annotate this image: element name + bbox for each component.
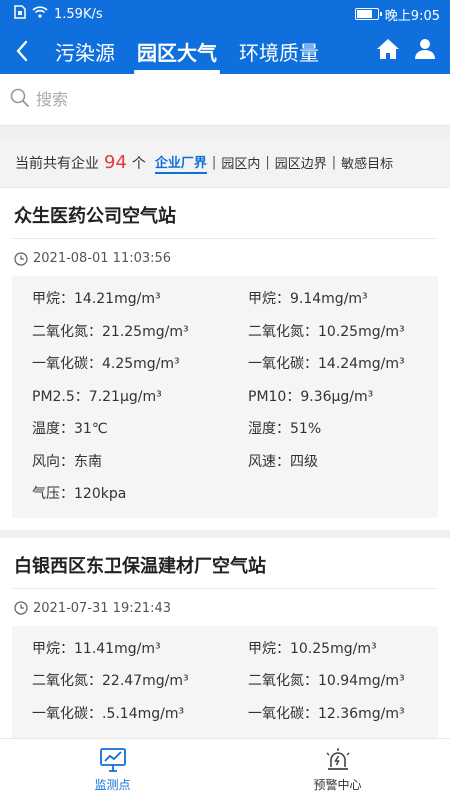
filter-inside-park[interactable]: 园区内 (221, 153, 260, 172)
station-list: 众生医药公司空气站 2021-08-01 11:03:56 甲烷：14.21mg… (0, 188, 450, 740)
tab-pollution-source[interactable]: 污染源 (44, 28, 126, 74)
station-time-row: 2021-07-31 19:21:43 (12, 589, 438, 626)
station-name: 众生医药公司空气站 (12, 188, 438, 239)
reading: 二氧化氮：22.47mg/m³ (32, 673, 189, 690)
station-time: 2021-08-01 11:03:56 (33, 251, 172, 266)
station-card[interactable]: 众生医药公司空气站 2021-08-01 11:03:56 甲烷：14.21mg… (0, 188, 450, 538)
tab-bar: 污染源 园区大气 环境质量 (44, 28, 330, 74)
reading: 甲烷：14.21mg/m³ (32, 291, 161, 308)
reading: 二氧化氮：10.25mg/m³ (248, 323, 405, 340)
separator: | (331, 155, 337, 170)
summary-filter-bar: 当前共有企业 94 个 企业厂界 | 园区内 | 园区边界 | 敏感目标 (0, 138, 450, 188)
reading: 一氧化碳：12.36mg/m³ (248, 705, 405, 722)
reading: 二氧化氮：10.94mg/m³ (248, 673, 405, 690)
clock: 晚上9:05 (384, 8, 440, 24)
station-name: 白银西区东卫保温建材厂空气站 (12, 538, 438, 589)
tab-environment-quality[interactable]: 环境质量 (228, 28, 330, 74)
reading-grid: 甲烷：14.21mg/m³ 甲烷：9.14mg/m³ 二氧化氮：21.25mg/… (12, 276, 438, 518)
reading: 风速：四级 (248, 453, 318, 470)
tab-park-air[interactable]: 园区大气 (126, 28, 228, 74)
top-bar: 1.59K/s 晚上9:05 污染源 园区大气 环境质量 (0, 0, 450, 74)
nav-label: 监测点 (94, 777, 131, 792)
search-bar (0, 74, 450, 126)
summary-prefix: 当前共有企业 (15, 155, 99, 172)
nav-monitoring-points[interactable]: 监测点 (0, 739, 225, 800)
chevron-left-icon (16, 40, 28, 62)
filter-tabs: 企业厂界 | 园区内 | 园区边界 | 敏感目标 (154, 152, 393, 174)
station-card[interactable]: 白银西区东卫保温建材厂空气站 2021-07-31 19:21:43 甲烷：11… (0, 538, 450, 740)
filter-sensitive-target[interactable]: 敏感目标 (341, 153, 393, 172)
separator: | (265, 155, 270, 170)
reading: 一氧化碳：14.24mg/m³ (248, 356, 405, 373)
search-input[interactable] (36, 90, 416, 109)
clock-icon (14, 601, 28, 615)
reading: 一氧化碳：4.25mg/m³ (32, 356, 180, 373)
reading: 甲烷：9.14mg/m³ (248, 291, 368, 308)
reading: 湿度：51% (248, 421, 322, 438)
divider (0, 126, 450, 138)
clock-icon (14, 251, 28, 266)
alarm-icon (325, 747, 350, 770)
summary-suffix: 个 (131, 155, 146, 172)
user-icon[interactable] (414, 38, 436, 64)
enterprise-count: 94 (104, 152, 127, 173)
bottom-nav: 监测点 预警中心 (0, 738, 450, 800)
network-speed: 1.59K/s (54, 6, 103, 22)
home-icon[interactable] (376, 38, 400, 64)
sim-icon (14, 5, 26, 23)
station-time: 2021-07-31 19:21:43 (33, 600, 172, 616)
header-nav: 污染源 园区大气 环境质量 (0, 28, 450, 74)
reading: 温度：31℃ (32, 421, 108, 438)
reading (248, 477, 432, 510)
reading: PM2.5：7.21μg/m³ (32, 388, 162, 405)
filter-park-boundary[interactable]: 园区边界 (275, 153, 327, 172)
separator: | (211, 155, 217, 170)
nav-label: 预警中心 (313, 777, 362, 792)
reading: 甲烷：11.41mg/m³ (32, 640, 161, 657)
reading: 甲烷：10.25mg/m³ (248, 640, 377, 657)
status-bar: 1.59K/s 晚上9:05 (0, 0, 450, 28)
wifi-icon (32, 6, 48, 22)
battery-icon (354, 8, 382, 20)
nav-alarm-center[interactable]: 预警中心 (225, 739, 450, 800)
search-icon (10, 88, 30, 112)
reading: 二氧化氮：21.25mg/m³ (32, 323, 189, 340)
back-button[interactable] (0, 28, 44, 74)
reading: 一氧化碳：.5.14mg/m³ (32, 705, 185, 722)
reading: PM10：9.36μg/m³ (248, 388, 374, 405)
monitor-icon (99, 747, 126, 772)
reading: 气压：120kpa (32, 486, 127, 503)
reading-grid: 甲烷：11.41mg/m³ 甲烷：10.25mg/m³ 二氧化氮：22.47mg… (12, 625, 438, 740)
station-time-row: 2021-08-01 11:03:56 (12, 239, 438, 276)
reading: 风向：东南 (32, 453, 102, 470)
filter-enterprise-boundary[interactable]: 企业厂界 (154, 152, 207, 174)
